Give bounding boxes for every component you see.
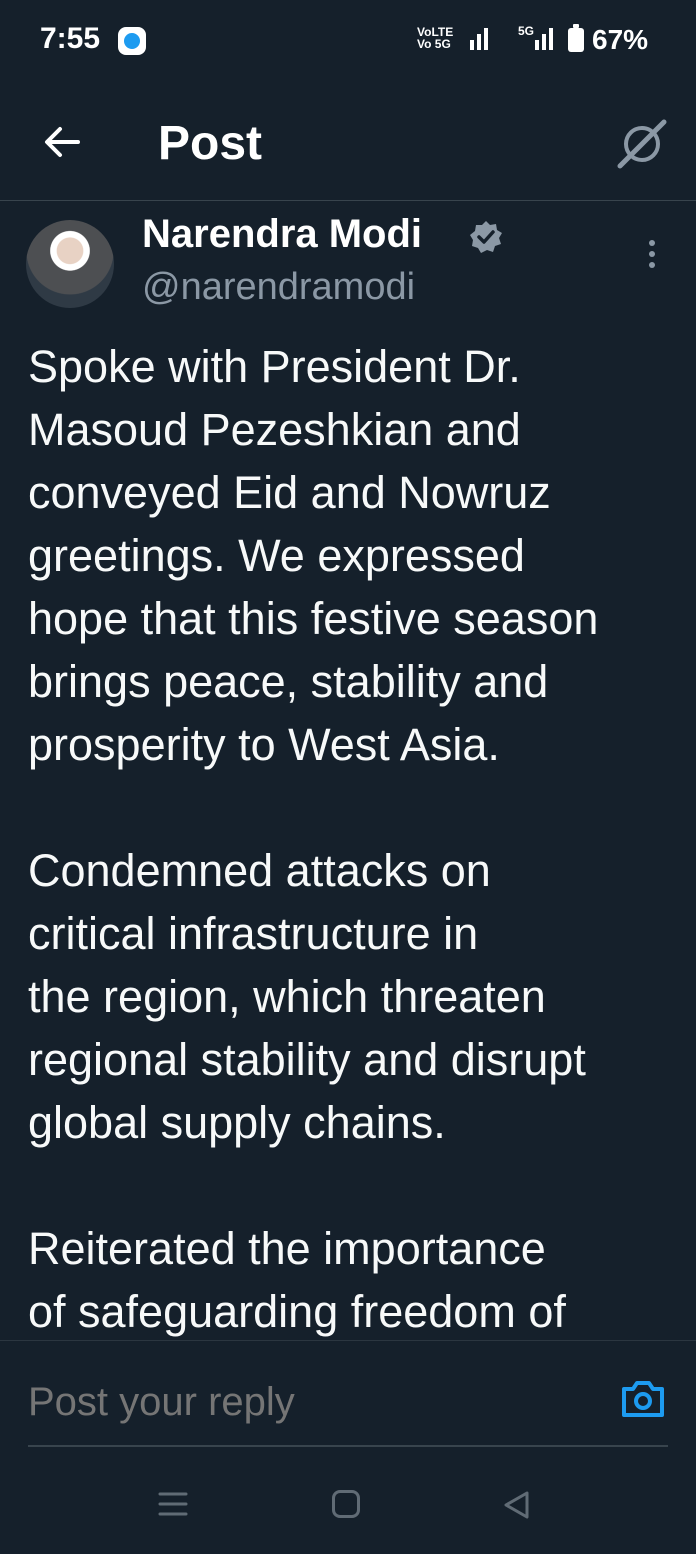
verified-badge-icon [468,219,504,255]
grok-button[interactable] [614,116,670,172]
avatar[interactable] [26,220,114,308]
status-time: 7:55 [40,22,101,55]
signal-strength-2-icon [535,28,556,50]
page-title: Post [158,117,263,170]
menu-lines-icon [158,1492,188,1516]
post-line: Condemned attacks on [28,845,491,896]
post-line: greetings. We expressed [28,530,525,581]
arrow-left-icon [45,127,80,157]
battery-icon [568,24,584,52]
post-line: Masoud Pezeshkian and [28,404,521,455]
post-line: prosperity to West Asia. [28,719,500,770]
post-line: conveyed Eid and Nowruz [28,467,551,518]
reply-underline [28,1445,668,1447]
author-name[interactable]: Narendra Modi [142,212,422,257]
battery-percentage: 67% [592,24,649,55]
volte-line-2: Vo 5G [417,37,451,51]
post-body: Spoke with President Dr. Masoud Pezeshki… [28,335,678,1343]
post-line: of safeguarding freedom of [28,1286,566,1337]
post-header: Post [0,80,696,201]
system-nav-bar [0,1454,696,1554]
reply-bar [0,1340,696,1455]
post-line: Spoke with President Dr. [28,341,521,392]
camera-button[interactable] [620,1379,666,1419]
post-line: the region, which threaten [28,971,546,1022]
reply-input[interactable] [28,1379,568,1425]
app-notification-icon [118,27,146,55]
back-button[interactable] [38,118,86,166]
post-line: hope that this festive season [28,593,599,644]
home-button[interactable] [332,1490,360,1518]
camera-icon [622,1381,664,1417]
post-line: global supply chains. [28,1097,446,1148]
post-line: Reiterated the importance [28,1223,546,1274]
post-line: regional stability and disrupt [28,1034,586,1085]
post-line: brings peace, stability and [28,656,549,707]
more-options-button[interactable] [640,240,664,276]
recent-apps-button[interactable] [157,1492,189,1516]
post-line: critical infrastructure in [28,908,479,959]
volte-indicator: VoLTE Vo 5G [417,26,453,50]
author-handle[interactable]: @narendramodi [142,266,415,309]
back-triangle-icon [504,1491,529,1519]
signal-strength-icon [470,28,491,50]
grok-icon [617,119,667,169]
network-type: 5G [518,24,535,38]
status-bar: 7:55 VoLTE Vo 5G 5G 67% [0,0,696,80]
system-back-button[interactable] [502,1490,532,1520]
